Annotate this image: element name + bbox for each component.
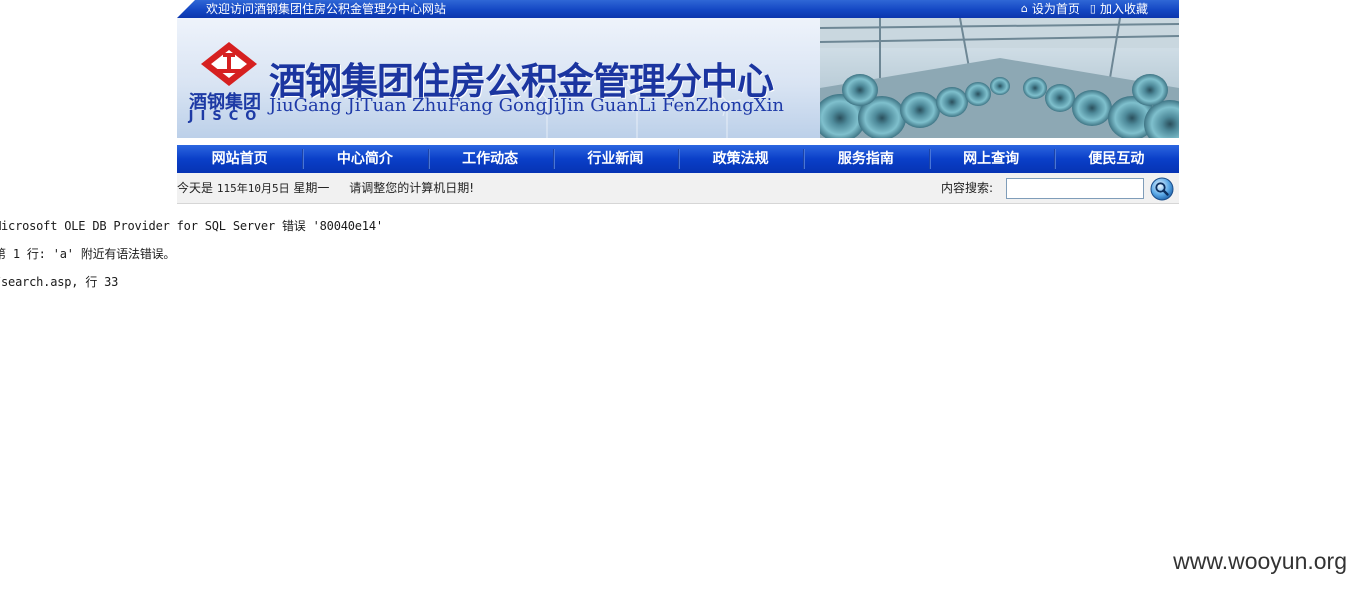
site-subtitle: JiuGang JiTuan ZhuFang GongJiJin GuanLi … [269,95,784,116]
nav-item-work-news[interactable]: 工作动态 [427,145,553,173]
search-input[interactable] [1006,178,1144,199]
welcome-text: 欢迎访问酒钢集团住房公积金管理分中心网站 [206,2,447,16]
date-hint: 请调整您的计算机日期! [349,181,475,195]
set-home-link[interactable]: 设为首页 [1032,0,1080,18]
top-links: ⌂ 设为首页 ▯ 加入收藏 [1021,0,1154,18]
nav-item-online-query[interactable]: 网上查询 [928,145,1054,173]
page-container: 欢迎访问酒钢集团住房公积金管理分中心网站 ⌂ 设为首页 ▯ 加入收藏 酒钢集团 … [177,0,1179,204]
date-value: 115年10月5日 [216,182,290,195]
nav-item-about[interactable]: 中心简介 [302,145,427,173]
magnifier-icon[interactable] [1150,177,1174,201]
nav-item-home[interactable]: 网站首页 [177,145,302,173]
weekday: 星期一 [293,181,330,195]
logo-english-name: JISCO [188,109,264,124]
date-display: 今天是 115年10月5日 星期一 请调整您的计算机日期! [177,173,474,204]
site-banner: 酒钢集团 JISCO 酒钢集团住房公积金管理分中心 JiuGang JiTuan… [177,18,1179,138]
add-favorite-link[interactable]: 加入收藏 [1100,0,1148,18]
search-label: 内容搜索: [941,181,994,195]
bookmark-icon: ▯ [1089,2,1096,15]
nav-item-service-guide[interactable]: 服务指南 [803,145,928,173]
error-header: Microsoft OLE DB Provider for SQL Server… [0,219,383,233]
date-search-bar: 今天是 115年10月5日 星期一 请调整您的计算机日期! 内容搜索: [177,173,1179,204]
error-message: 第 1 行: 'a' 附近有语法错误。 [0,247,176,261]
watermark: www.wooyun.org [1173,548,1347,574]
today-prefix: 今天是 [177,181,214,195]
top-bar-notch [177,0,195,18]
nav-item-interaction[interactable]: 便民互动 [1053,145,1179,173]
main-nav: 网站首页 中心简介 工作动态 行业新闻 政策法规 服务指南 网上查询 便民互动 [177,145,1179,173]
nav-item-industry-news[interactable]: 行业新闻 [552,145,678,173]
house-icon: ⌂ [1020,2,1028,15]
jisco-logo-icon [201,42,257,86]
error-location: /search.asp, 行 33 [0,275,119,289]
nav-item-policies[interactable]: 政策法规 [678,145,803,173]
steel-coils-photo [820,18,1179,138]
top-bar: 欢迎访问酒钢集团住房公积金管理分中心网站 ⌂ 设为首页 ▯ 加入收藏 [177,0,1179,18]
